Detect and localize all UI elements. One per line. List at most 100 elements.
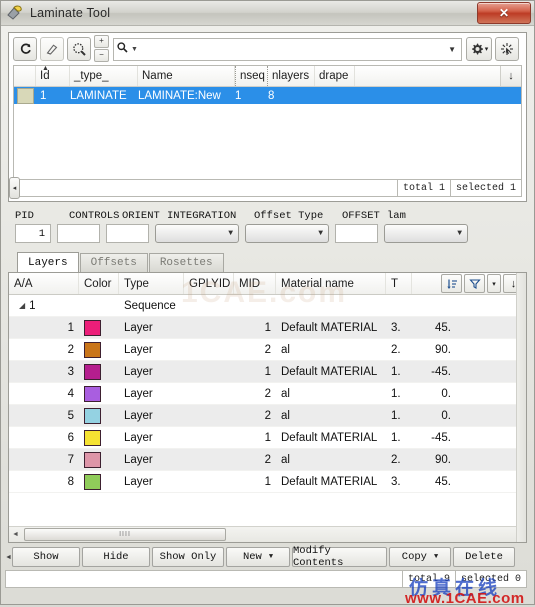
collapse-down-icon: ↓	[508, 70, 514, 82]
layer-color-swatch[interactable]	[84, 407, 101, 424]
layer-color-swatch[interactable]	[84, 473, 101, 490]
delete-button[interactable]: Delete	[453, 547, 515, 567]
zoom-select-button[interactable]	[67, 37, 91, 61]
sort-button[interactable]	[441, 274, 462, 293]
gear-icon	[471, 43, 483, 55]
layers-horizontal-scrollbar[interactable]: ◄ IIII ►	[9, 526, 526, 542]
table-row[interactable]: 8 Layer 1 Default MATERIAL 3. 45.	[9, 471, 526, 493]
layer-color-swatch[interactable]	[84, 363, 101, 380]
cell-t: 2.	[391, 343, 401, 356]
label-orient: ORIENT	[122, 210, 160, 222]
lam-select[interactable]: ▼	[384, 224, 468, 243]
filter-button[interactable]	[464, 274, 485, 293]
column-header-gplyid[interactable]: GPLYID	[184, 273, 234, 294]
scroll-thumb[interactable]: IIII	[24, 528, 226, 541]
column-header-drape[interactable]: drape	[315, 66, 355, 86]
column-header-name[interactable]: Name	[138, 66, 235, 86]
tab-label: Layers	[28, 256, 68, 269]
search-scope-arrow[interactable]: ▼	[131, 46, 138, 53]
cell-material: Default MATERIAL	[281, 431, 378, 444]
tab-offsets[interactable]: Offsets	[79, 253, 148, 272]
column-header-t[interactable]: T	[386, 273, 412, 294]
pid-field[interactable]: 1	[15, 224, 51, 243]
zoom-out-button[interactable]: −	[94, 49, 109, 62]
layer-color-swatch[interactable]	[84, 451, 101, 468]
properties-labels: PID CONTROLS ORIENT INTEGRATION Offset T…	[15, 210, 524, 222]
layer-color-swatch[interactable]	[84, 385, 101, 402]
search-input[interactable]: ▼ ▼	[113, 37, 462, 61]
search-dropdown-arrow[interactable]: ▼	[448, 45, 458, 54]
table-row[interactable]: 1 LAMINATE LAMINATE:New 1 8	[14, 87, 521, 104]
column-header-type[interactable]: _type_	[70, 66, 138, 86]
column-header-color[interactable]: Color	[79, 273, 119, 294]
integration-select[interactable]: ▼	[155, 224, 239, 243]
erase-button[interactable]	[40, 37, 64, 61]
table-row[interactable]: 1 Layer 1 Default MATERIAL 3. 45.	[9, 317, 526, 339]
zoom-in-button[interactable]: +	[94, 35, 109, 48]
settings-arrow[interactable]: ▾	[485, 45, 489, 53]
new-button[interactable]: New ▼	[226, 547, 290, 567]
cell-angle: 90.	[435, 453, 451, 466]
panel-collapse-handle[interactable]: ◂	[9, 177, 20, 199]
layer-color-swatch[interactable]	[84, 319, 101, 336]
column-header-mid[interactable]: MID	[234, 273, 276, 294]
cell-color[interactable]	[79, 407, 119, 424]
close-button[interactable]: ✕	[477, 2, 531, 24]
controls-field[interactable]	[57, 224, 100, 243]
cell-color[interactable]	[79, 451, 119, 468]
reload-button[interactable]	[13, 37, 37, 61]
cell-aa: 4	[67, 387, 74, 400]
cell-color[interactable]	[79, 319, 119, 336]
expander-triangle-icon[interactable]: ◢	[19, 301, 25, 310]
offset-type-select[interactable]: ▼	[245, 224, 329, 243]
column-header-aa[interactable]: A/A	[9, 273, 79, 294]
column-header-material[interactable]: Material name	[276, 273, 386, 294]
column-header-type[interactable]: Type	[119, 273, 184, 294]
cell-color[interactable]	[79, 429, 119, 446]
cell-color[interactable]	[79, 473, 119, 490]
entity-table-collapse-button[interactable]: ↓	[500, 66, 521, 86]
column-header-nlayers[interactable]: nlayers	[268, 66, 315, 86]
label-controls: CONTROLS	[69, 210, 120, 222]
copy-button[interactable]: Copy ▼	[389, 547, 451, 567]
table-row[interactable]: 4 Layer 2 al 1. 0.	[9, 383, 526, 405]
cell-color[interactable]	[79, 385, 119, 402]
offset-field[interactable]	[335, 224, 378, 243]
filter-dropdown-button[interactable]: ▾	[487, 274, 501, 293]
table-row[interactable]: 5 Layer 2 al 1. 0.	[9, 405, 526, 427]
sequence-row[interactable]: ◢ 1 Sequence	[9, 295, 526, 317]
sequence-index: 1	[29, 299, 36, 312]
scroll-left-arrow[interactable]: ◄	[9, 528, 22, 541]
settings-button[interactable]: ▾	[466, 37, 492, 61]
column-label: _type_	[74, 70, 109, 82]
cell-color[interactable]	[79, 341, 119, 358]
status-spacer	[14, 180, 397, 196]
column-label: Name	[142, 70, 173, 82]
buttons-scroll-left[interactable]: ◄	[5, 547, 12, 567]
layers-status-bar: total 9 selected 0	[5, 570, 527, 588]
cell-t: 1.	[391, 409, 401, 422]
cell-color[interactable]	[79, 363, 119, 380]
show-only-button[interactable]: Show Only	[152, 547, 224, 567]
tab-layers[interactable]: Layers	[17, 252, 79, 272]
tab-rosettes[interactable]: Rosettes	[148, 253, 224, 272]
layers-vertical-scrollbar[interactable]	[516, 273, 526, 542]
show-button[interactable]: Show	[12, 547, 80, 567]
entity-status-bar: total 1 selected 1	[13, 179, 522, 197]
highlight-button[interactable]	[495, 37, 519, 61]
column-header-nseq[interactable]: nseq	[235, 66, 268, 86]
chevron-down-icon[interactable]: ▼	[434, 553, 438, 561]
modify-contents-button[interactable]: Modify Contents	[292, 545, 387, 569]
table-row[interactable]: 6 Layer 1 Default MATERIAL 1. -45.	[9, 427, 526, 449]
orient-field[interactable]	[106, 224, 149, 243]
laminate-tool-icon	[6, 4, 24, 22]
column-header-id[interactable]: ▲ Id	[36, 65, 70, 86]
table-row[interactable]: 3 Layer 1 Default MATERIAL 1. -45.	[9, 361, 526, 383]
chevron-down-icon[interactable]: ▼	[269, 553, 273, 561]
table-row[interactable]: 2 Layer 2 al 2. 90.	[9, 339, 526, 361]
layer-color-swatch[interactable]	[84, 429, 101, 446]
hide-button[interactable]: Hide	[82, 547, 150, 567]
tab-label: Offsets	[90, 257, 137, 269]
table-row[interactable]: 7 Layer 2 al 2. 90.	[9, 449, 526, 471]
layer-color-swatch[interactable]	[84, 341, 101, 358]
